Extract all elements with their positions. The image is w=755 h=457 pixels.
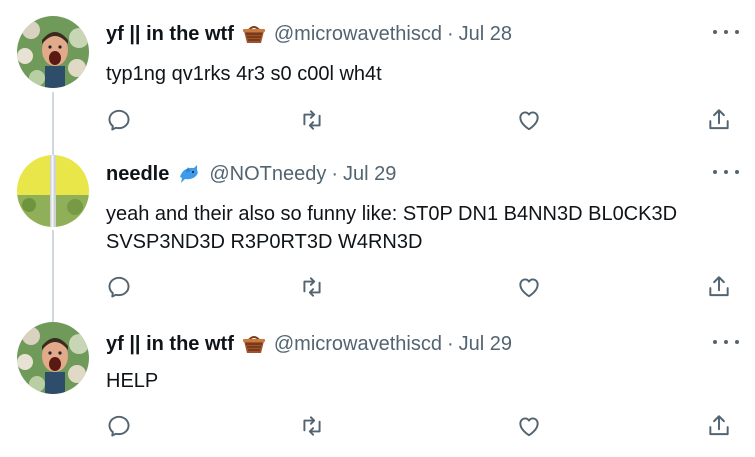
share-icon[interactable] bbox=[704, 272, 734, 302]
author-name[interactable]: yf || in the wtf bbox=[106, 332, 234, 356]
tweet-actions bbox=[0, 105, 755, 135]
tweet-header: yf || in the wtf @microwavethiscd · Jul … bbox=[106, 22, 512, 46]
retweet-icon[interactable] bbox=[297, 272, 327, 302]
author-handle[interactable]: @NOTneedy bbox=[209, 162, 326, 186]
separator-dot: · bbox=[446, 333, 454, 355]
reply-icon[interactable] bbox=[104, 272, 134, 302]
author-name[interactable]: yf || in the wtf bbox=[106, 22, 234, 46]
reply-icon[interactable] bbox=[104, 105, 134, 135]
retweet-icon[interactable] bbox=[297, 411, 327, 441]
tweet-actions bbox=[0, 272, 755, 302]
author-name[interactable]: needle bbox=[106, 162, 169, 186]
tweet-date[interactable]: Jul 29 bbox=[343, 162, 396, 186]
separator-dot: · bbox=[331, 163, 339, 185]
more-icon[interactable] bbox=[713, 337, 739, 347]
tweet[interactable]: needle @NOTneedy · Jul 29 yeah and their… bbox=[0, 150, 755, 314]
tweet-text: typ1ng qv1rks 4r3 s0 c00l wh4t bbox=[106, 63, 382, 85]
share-icon[interactable] bbox=[704, 411, 734, 441]
tweet-text: HELP bbox=[106, 370, 159, 392]
dolphin-emoji bbox=[177, 163, 201, 185]
tweet-date[interactable]: Jul 29 bbox=[459, 332, 512, 356]
separator-dot: · bbox=[446, 23, 454, 45]
retweet-icon[interactable] bbox=[297, 105, 327, 135]
reply-icon[interactable] bbox=[104, 411, 134, 441]
author-handle[interactable]: @microwavethiscd bbox=[274, 22, 442, 46]
tweet-date[interactable]: Jul 28 bbox=[459, 22, 512, 46]
avatar[interactable] bbox=[17, 322, 89, 394]
tweet[interactable]: yf || in the wtf @microwavethiscd · Jul … bbox=[0, 314, 755, 457]
heart-icon[interactable] bbox=[514, 105, 544, 135]
tweet-text: yeah and their also so funny like: ST0P … bbox=[106, 203, 678, 253]
more-icon[interactable] bbox=[713, 167, 739, 177]
more-icon[interactable] bbox=[713, 27, 739, 37]
share-icon[interactable] bbox=[704, 105, 734, 135]
author-handle[interactable]: @microwavethiscd bbox=[274, 332, 442, 356]
avatar[interactable] bbox=[17, 16, 89, 88]
tweet-actions bbox=[0, 411, 755, 441]
basket-emoji bbox=[242, 23, 266, 45]
tweet-thread: yf || in the wtf @microwavethiscd · Jul … bbox=[0, 0, 755, 457]
tweet-header: yf || in the wtf @microwavethiscd · Jul … bbox=[106, 332, 512, 356]
avatar[interactable] bbox=[17, 155, 89, 227]
tweet-header: needle @NOTneedy · Jul 29 bbox=[106, 162, 396, 186]
basket-emoji bbox=[242, 333, 266, 355]
tweet[interactable]: yf || in the wtf @microwavethiscd · Jul … bbox=[0, 0, 755, 150]
heart-icon[interactable] bbox=[514, 411, 544, 441]
heart-icon[interactable] bbox=[514, 272, 544, 302]
